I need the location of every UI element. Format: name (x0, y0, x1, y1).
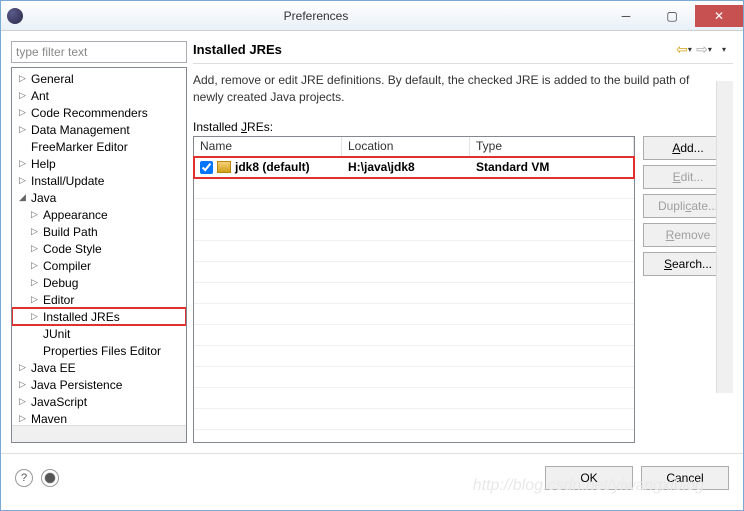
section-label: Installed JREs: (193, 120, 733, 134)
twisty-icon[interactable]: ▷ (28, 294, 41, 305)
jre-checkbox[interactable] (200, 161, 213, 174)
jre-icon (217, 161, 231, 173)
window-title: Preferences (29, 9, 603, 23)
jre-name: jdk8 (default) (235, 160, 310, 174)
tree-item-label: Code Recommenders (29, 106, 148, 120)
tree-item-label: Properties Files Editor (41, 344, 161, 358)
horizontal-scrollbar[interactable] (12, 425, 186, 442)
twisty-icon[interactable]: ▷ (28, 277, 41, 288)
tree-item-label: Ant (29, 89, 49, 103)
tree-item-label: FreeMarker Editor (29, 140, 128, 154)
apply-icon[interactable] (41, 469, 59, 487)
titlebar: Preferences ─ ▢ ✕ (1, 1, 743, 31)
tree-item-compiler[interactable]: ▷Compiler (12, 257, 186, 274)
tree-item-label: Build Path (41, 225, 98, 239)
tree-item-label: Installed JREs (41, 310, 120, 324)
twisty-icon[interactable]: ▷ (16, 90, 29, 101)
tree-item-label: Maven (29, 412, 67, 426)
twisty-icon[interactable]: ▷ (28, 243, 41, 254)
app-icon (1, 8, 29, 24)
vertical-scrollbar[interactable] (716, 81, 733, 393)
tree-item-label: General (29, 72, 74, 86)
footer: ? OK Cancel http://blog.csdn.net/yiwangx… (1, 453, 743, 501)
jre-type: Standard VM (470, 160, 634, 174)
jre-table[interactable]: Name Location Type jdk8 (default) H:\jav… (193, 136, 635, 443)
twisty-icon[interactable]: ▷ (16, 396, 29, 407)
tree-item-label: Install/Update (29, 174, 104, 188)
twisty-icon[interactable]: ◢ (16, 192, 29, 203)
twisty-icon[interactable]: ▷ (28, 311, 41, 322)
forward-button[interactable]: ⇨▾ (695, 41, 713, 57)
minimize-button[interactable]: ─ (603, 5, 649, 27)
tree-item-label: Java Persistence (29, 378, 122, 392)
close-button[interactable]: ✕ (695, 5, 743, 27)
tree-item-help[interactable]: ▷Help (12, 155, 186, 172)
tree-item-label: Data Management (29, 123, 130, 137)
cancel-button[interactable]: Cancel (641, 466, 729, 490)
twisty-icon[interactable]: ▷ (16, 413, 29, 424)
tree-item-appearance[interactable]: ▷Appearance (12, 206, 186, 223)
tree-item-editor[interactable]: ▷Editor (12, 291, 186, 308)
tree-item-label: Help (29, 157, 56, 171)
tree-item-label: Code Style (41, 242, 102, 256)
tree-item-freemarker-editor[interactable]: FreeMarker Editor (12, 138, 186, 155)
page-title: Installed JREs (193, 42, 282, 57)
twisty-icon[interactable]: ▷ (16, 107, 29, 118)
twisty-icon[interactable]: ▷ (16, 379, 29, 390)
jre-location: H:\java\jdk8 (342, 160, 470, 174)
chevron-down-icon: ▾ (688, 45, 692, 54)
tree-item-label: JavaScript (29, 395, 87, 409)
twisty-icon[interactable]: ▷ (16, 158, 29, 169)
page-description: Add, remove or edit JRE definitions. By … (193, 72, 733, 106)
tree-item-label: Compiler (41, 259, 91, 273)
tree-item-code-style[interactable]: ▷Code Style (12, 240, 186, 257)
help-icon[interactable]: ? (15, 469, 33, 487)
tree-item-javascript[interactable]: ▷JavaScript (12, 393, 186, 410)
tree-item-general[interactable]: ▷General (12, 70, 186, 87)
twisty-icon[interactable]: ▷ (28, 209, 41, 220)
left-panel: type filter text ▷General▷Ant▷Code Recom… (11, 41, 187, 443)
column-header-name[interactable]: Name (194, 137, 342, 156)
tree-item-label: Editor (41, 293, 74, 307)
ok-button[interactable]: OK (545, 466, 633, 490)
tree-item-label: JUnit (41, 327, 70, 341)
twisty-icon[interactable]: ▷ (16, 73, 29, 84)
tree-item-build-path[interactable]: ▷Build Path (12, 223, 186, 240)
twisty-icon[interactable]: ▷ (28, 226, 41, 237)
tree-item-code-recommenders[interactable]: ▷Code Recommenders (12, 104, 186, 121)
tree-item-junit[interactable]: JUnit (12, 325, 186, 342)
column-header-location[interactable]: Location (342, 137, 470, 156)
twisty-icon[interactable]: ▷ (16, 175, 29, 186)
eclipse-icon (7, 8, 23, 24)
table-row[interactable]: jdk8 (default) H:\java\jdk8 Standard VM (194, 157, 634, 178)
tree-item-java-ee[interactable]: ▷Java EE (12, 359, 186, 376)
chevron-down-icon: ▾ (722, 45, 726, 54)
menu-button[interactable]: ▾ (715, 41, 733, 57)
filter-input[interactable]: type filter text (11, 41, 187, 63)
tree-item-java[interactable]: ◢Java (12, 189, 186, 206)
tree-item-ant[interactable]: ▷Ant (12, 87, 186, 104)
tree-item-data-management[interactable]: ▷Data Management (12, 121, 186, 138)
tree-item-label: Appearance (41, 208, 108, 222)
right-panel: Installed JREs ⇦▾ ⇨▾ ▾ Add, remove or ed… (193, 41, 733, 443)
tree-item-label: Debug (41, 276, 78, 290)
arrow-forward-icon: ⇨ (696, 41, 708, 58)
tree-item-install-update[interactable]: ▷Install/Update (12, 172, 186, 189)
preference-tree[interactable]: ▷General▷Ant▷Code Recommenders▷Data Mana… (11, 67, 187, 443)
twisty-icon[interactable]: ▷ (16, 124, 29, 135)
twisty-icon[interactable]: ▷ (16, 362, 29, 373)
maximize-button[interactable]: ▢ (649, 5, 695, 27)
tree-item-installed-jres[interactable]: ▷Installed JREs (12, 308, 186, 325)
chevron-down-icon: ▾ (708, 45, 712, 54)
arrow-back-icon: ⇦ (676, 41, 688, 58)
tree-item-properties-files-editor[interactable]: Properties Files Editor (12, 342, 186, 359)
tree-item-label: Java EE (29, 361, 76, 375)
column-header-type[interactable]: Type (470, 137, 634, 156)
tree-item-label: Java (29, 191, 56, 205)
tree-item-debug[interactable]: ▷Debug (12, 274, 186, 291)
tree-item-java-persistence[interactable]: ▷Java Persistence (12, 376, 186, 393)
back-button[interactable]: ⇦▾ (675, 41, 693, 57)
twisty-icon[interactable]: ▷ (28, 260, 41, 271)
